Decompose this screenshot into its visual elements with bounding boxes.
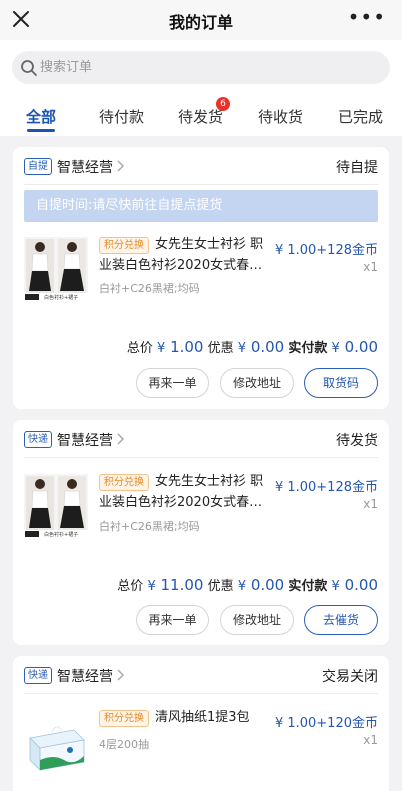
discount-label: 优惠 bbox=[207, 341, 234, 356]
order-card[interactable]: 快递 智慧经营 交易关闭 积分兑换 清风抽纸1提3包 4层200抽 ¥ 1.00… bbox=[13, 656, 389, 791]
paid-value: 0.00 bbox=[344, 576, 378, 594]
paid-label: 实付款 bbox=[288, 579, 328, 594]
tab-pending-payment[interactable]: 待付款 bbox=[99, 106, 144, 127]
order-totals: 总价 ¥ 11.00 优惠 ¥ 0.00 实付款 ¥ 0.00 bbox=[117, 576, 378, 594]
search-input[interactable] bbox=[40, 56, 370, 79]
order-status: 待自提 bbox=[336, 160, 378, 176]
order-status: 交易关闭 bbox=[322, 669, 378, 685]
search-icon bbox=[21, 60, 37, 76]
product-price: ¥ 1.00+128金币 bbox=[274, 480, 378, 495]
total-label: 总价 bbox=[117, 579, 144, 594]
product-spec: 白衬+C26黑裙;均码 bbox=[99, 520, 200, 533]
chevron-right-icon bbox=[117, 160, 125, 172]
pickup-code-button[interactable]: 取货码 bbox=[304, 368, 378, 398]
product-thumbnail[interactable]: 白色衬衫+裙子 bbox=[24, 474, 88, 538]
thumb-caption: 白色衬衫+裙子 bbox=[44, 294, 78, 301]
delivery-type-tag: 快递 bbox=[24, 431, 52, 448]
tab-pending-shipment[interactable]: 待发货 bbox=[178, 106, 223, 127]
product-spec: 白衬+C26黑裙;均码 bbox=[99, 282, 200, 295]
divider bbox=[24, 693, 378, 694]
product-quantity: x1 bbox=[363, 733, 378, 747]
order-totals: 总价 ¥ 1.00 优惠 ¥ 0.00 实付款 ¥ 0.00 bbox=[126, 338, 378, 356]
product-name[interactable]: 清风抽纸1提3包 bbox=[99, 707, 269, 728]
order-card[interactable]: 快递 智慧经营 待发货 白色衬衫+裙子 积分兑换 女先生女士衬衫 职业装白色衬衫… bbox=[13, 420, 389, 645]
pending-shipment-badge: 6 bbox=[216, 97, 230, 111]
pickup-notice: 自提时间:请尽快前往自提点提货 bbox=[24, 190, 378, 222]
edit-address-button[interactable]: 修改地址 bbox=[220, 368, 294, 398]
rebuy-button[interactable]: 再来一单 bbox=[136, 605, 209, 635]
page-title: 我的订单 bbox=[168, 13, 233, 32]
product-quantity: x1 bbox=[363, 260, 378, 274]
product-thumbnail[interactable] bbox=[24, 710, 88, 774]
more-options-icon[interactable]: ••• bbox=[348, 7, 386, 27]
paid-value: 0.00 bbox=[344, 338, 378, 356]
paid-label: 实付款 bbox=[288, 341, 328, 356]
store-name[interactable]: 智慧经营 bbox=[57, 430, 113, 450]
store-name[interactable]: 智慧经营 bbox=[57, 666, 113, 686]
delivery-type-tag: 快递 bbox=[24, 667, 52, 684]
product-name[interactable]: 女先生女士衬衫 职业装白色衬衫2020女式春… bbox=[99, 234, 269, 276]
discount-value: 0.00 bbox=[250, 576, 285, 594]
order-card[interactable]: 自提 智慧经营 待自提 自提时间:请尽快前往自提点提货 白色衬衫+裙子 积分兑换… bbox=[13, 147, 389, 409]
order-tabs: 全部 待付款 待发货 6 待收货 已完成 bbox=[0, 92, 402, 136]
search-area bbox=[0, 40, 402, 92]
delivery-type-tag: 自提 bbox=[24, 158, 52, 175]
discount-label: 优惠 bbox=[207, 579, 234, 594]
order-status: 待发货 bbox=[336, 433, 378, 449]
thumb-caption: 白色衬衫+裙子 bbox=[44, 531, 78, 538]
rebuy-button[interactable]: 再来一单 bbox=[136, 368, 209, 398]
divider bbox=[24, 184, 378, 185]
tab-pending-receipt[interactable]: 待收货 bbox=[258, 106, 303, 127]
product-thumbnail[interactable]: 白色衬衫+裙子 bbox=[24, 237, 88, 301]
product-price: ¥ 1.00+120金币 bbox=[274, 716, 378, 731]
total-value: 11.00 bbox=[160, 576, 204, 594]
divider bbox=[24, 457, 378, 458]
active-tab-indicator bbox=[27, 129, 55, 132]
chevron-right-icon bbox=[117, 669, 125, 681]
store-name[interactable]: 智慧经营 bbox=[57, 157, 113, 177]
top-bar: 我的订单 ••• bbox=[0, 0, 402, 40]
tab-completed[interactable]: 已完成 bbox=[338, 106, 383, 127]
tab-all[interactable]: 全部 bbox=[26, 106, 56, 127]
edit-address-button[interactable]: 修改地址 bbox=[220, 605, 294, 635]
chevron-right-icon bbox=[117, 433, 125, 445]
product-price: ¥ 1.00+128金币 bbox=[274, 243, 378, 258]
total-label: 总价 bbox=[126, 341, 153, 356]
product-quantity: x1 bbox=[363, 497, 378, 511]
discount-value: 0.00 bbox=[250, 338, 285, 356]
search-bar[interactable] bbox=[12, 51, 390, 84]
product-name[interactable]: 女先生女士衬衫 职业装白色衬衫2020女式春… bbox=[99, 471, 269, 513]
urge-shipment-button[interactable]: 去催货 bbox=[304, 605, 378, 635]
total-value: 1.00 bbox=[170, 338, 204, 356]
product-spec: 4层200抽 bbox=[99, 738, 149, 751]
